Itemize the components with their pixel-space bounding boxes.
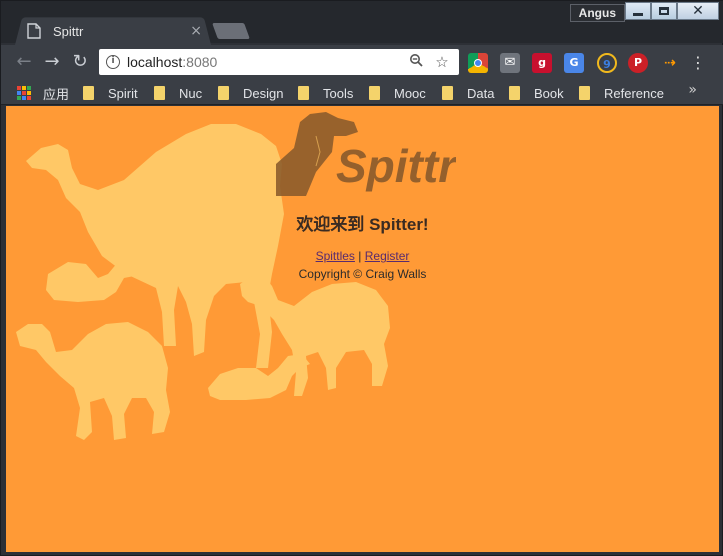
url-host: localhost [127,54,183,70]
minimize-icon [633,12,643,16]
bookmark-nuc[interactable]: Nuc [154,84,202,102]
url-text[interactable]: localhost:8080 [127,54,407,70]
register-link[interactable]: Register [365,249,410,263]
bookmark-book[interactable]: Book [509,84,564,102]
title-bar: Angus ✕ Spittr × [1,1,723,45]
back-button[interactable]: ← [13,51,35,73]
address-bar[interactable]: i localhost:8080 ☆ [99,49,459,75]
info-icon[interactable]: i [106,55,120,69]
bookmark-spirit[interactable]: Spirit [83,84,138,102]
folder-icon [218,86,229,100]
bookmark-label: Data [467,85,495,101]
zoom-icon[interactable] [407,53,425,71]
nav-links: Spittles | Register [6,249,719,263]
window-controls: ✕ [625,2,719,20]
page-icon [27,23,41,39]
folder-icon [83,86,94,100]
checker-icon[interactable]: 9 [597,53,617,73]
tab-title: Spittr [53,23,84,39]
logo-text: Spittr [336,140,456,192]
bookmark-label: Design [243,85,284,101]
folder-icon [579,86,590,100]
spittr-logo: Spittr [276,112,456,196]
chrome-webstore-icon[interactable] [468,53,488,73]
link-separator: | [354,249,365,263]
bookmark-apps[interactable]: 应用 [43,84,69,102]
folder-icon [509,86,520,100]
bookmark-label: Mooc [394,85,426,101]
forward-button[interactable]: → [41,51,63,73]
magnifier-icon [410,54,423,67]
toolbar: ← → ↻ i localhost:8080 ☆ ✉ g G 9 P ⇢ ⋮ [1,45,723,81]
copyright-text: Copyright © Craig Walls [298,267,427,281]
tab-spittr[interactable]: Spittr × [21,17,206,45]
bookmark-tools[interactable]: Tools [298,84,353,102]
bookmark-mooc[interactable]: Mooc [369,84,426,102]
amazon-icon[interactable]: ⇢ [660,53,680,73]
bookmark-label: Tools [323,85,354,101]
folder-icon [442,86,453,100]
page-viewport: Spittr 欢迎来到 Spitter! Spittles | Register… [6,106,719,552]
bookmark-label: Spirit [108,85,138,101]
browser-window: Angus ✕ Spittr × ← → ↻ i localhost:8080 [0,0,723,556]
close-icon: ✕ [692,3,704,19]
bookmark-reference[interactable]: Reference [579,84,664,102]
extension-red-icon[interactable]: g [532,53,552,73]
url-port: :8080 [182,54,218,70]
bookmark-data[interactable]: Data [442,84,494,102]
close-window-button[interactable]: ✕ [677,2,719,20]
bookmark-label: 应用 [43,86,70,102]
profile-button[interactable]: Angus [569,4,625,22]
welcome-heading: 欢迎来到 Spitter! [296,215,429,234]
spittles-link[interactable]: Spittles [316,249,355,263]
new-tab-button[interactable] [212,23,250,39]
folder-icon [298,86,309,100]
mail-icon[interactable]: ✉ [500,53,520,73]
folder-icon [369,86,380,100]
bookmark-label: Book [534,85,564,101]
bookmark-label: Reference [604,85,664,101]
folder-icon [154,86,165,100]
apps-icon[interactable] [17,86,31,100]
tab-close-icon[interactable]: × [190,23,202,39]
bookmark-design[interactable]: Design [218,84,283,102]
bookmark-label: Nuc [179,85,203,101]
menu-icon[interactable]: ⋮ [690,53,706,73]
bookmarks-bar: 应用 Spirit Nuc Design Tools Mooc Data Boo… [1,81,723,105]
pinterest-icon[interactable]: P [628,53,648,73]
reload-button[interactable]: ↻ [69,51,91,73]
bookmarks-overflow-icon[interactable]: » [688,82,697,98]
bookmark-star-icon[interactable]: ☆ [433,53,451,71]
maximize-icon [659,7,669,15]
minimize-button[interactable] [625,2,651,20]
maximize-button[interactable] [651,2,677,20]
google-translate-icon[interactable]: G [564,53,584,73]
